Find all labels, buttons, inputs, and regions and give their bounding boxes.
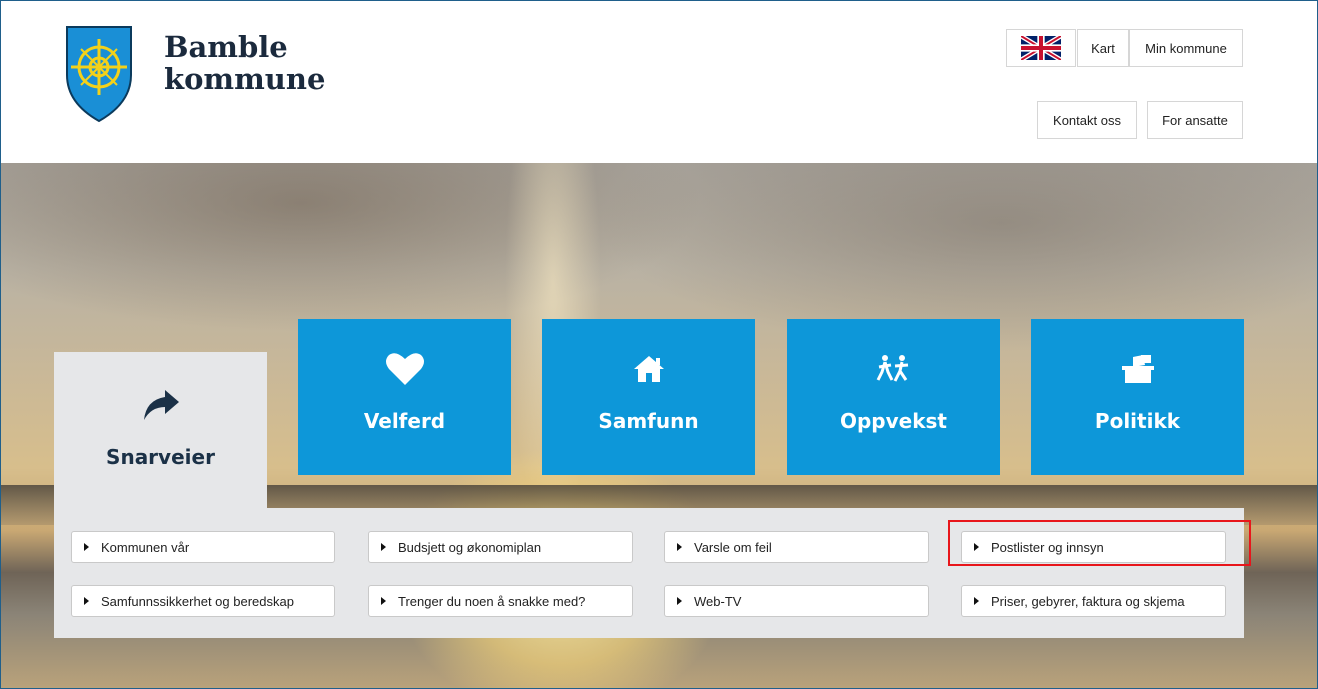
- for-ansatte-button[interactable]: For ansatte: [1147, 101, 1243, 139]
- shortcut-label: Budsjett og økonomiplan: [398, 539, 542, 555]
- tab-snarveier[interactable]: Snarveier: [54, 352, 267, 512]
- tile-velferd[interactable]: Velferd: [298, 319, 511, 475]
- shortcut-label: Samfunnssikkerhet og beredskap: [101, 593, 294, 609]
- caret-right-icon: [974, 597, 979, 605]
- caret-right-icon: [381, 543, 386, 551]
- english-language-button[interactable]: [1006, 29, 1076, 67]
- caret-right-icon: [84, 543, 89, 551]
- shortcut-label: Web-TV: [694, 593, 742, 609]
- min-kommune-link[interactable]: Min kommune: [1129, 29, 1243, 67]
- tile-oppvekst[interactable]: Oppvekst: [787, 319, 1000, 475]
- tab-snarveier-label: Snarveier: [106, 445, 215, 469]
- caret-right-icon: [677, 597, 682, 605]
- shortcut-samfunnssikkerhet[interactable]: Samfunnssikkerhet og beredskap: [71, 585, 335, 617]
- ballot-box-icon: [1118, 349, 1158, 389]
- tile-politikk[interactable]: Politikk: [1031, 319, 1244, 475]
- share-arrow-icon: [141, 388, 181, 427]
- shortcut-label: Trenger du noen å snakke med?: [398, 593, 586, 609]
- shortcut-trenger-du-noen[interactable]: Trenger du noen å snakke med?: [368, 585, 633, 617]
- shortcut-priser[interactable]: Priser, gebyrer, faktura og skjema: [961, 585, 1226, 617]
- children-icon: [874, 349, 914, 389]
- shortcut-varsle-om-feil[interactable]: Varsle om feil: [664, 531, 929, 563]
- heart-icon: [385, 349, 425, 389]
- uk-flag-icon: [1021, 36, 1061, 60]
- tile-samfunn[interactable]: Samfunn: [542, 319, 755, 475]
- red-highlight-box: [948, 520, 1251, 566]
- kart-link[interactable]: Kart: [1077, 29, 1129, 67]
- shortcut-kommunen-var[interactable]: Kommunen vår: [71, 531, 335, 563]
- shortcut-web-tv[interactable]: Web-TV: [664, 585, 929, 617]
- bamble-coat-of-arms-logo[interactable]: [63, 23, 135, 123]
- caret-right-icon: [84, 597, 89, 605]
- shortcut-label: Priser, gebyrer, faktura og skjema: [991, 593, 1185, 609]
- kontakt-oss-button[interactable]: Kontakt oss: [1037, 101, 1137, 139]
- home-icon: [629, 349, 669, 389]
- tile-label: Samfunn: [598, 409, 699, 433]
- tile-label: Velferd: [363, 409, 446, 433]
- tile-label: Oppvekst: [839, 409, 947, 433]
- shortcut-budsjett[interactable]: Budsjett og økonomiplan: [368, 531, 633, 563]
- site-title-line2: kommune: [164, 62, 326, 96]
- caret-right-icon: [381, 597, 386, 605]
- caret-right-icon: [677, 543, 682, 551]
- site-header: Bamble kommune Kart Min kommune Kontakt …: [1, 1, 1317, 163]
- site-title-line1: Bamble: [164, 30, 288, 64]
- tile-label: Politikk: [1094, 409, 1181, 433]
- browser-viewport: Bamble kommune Kart Min kommune Kontakt …: [0, 0, 1318, 689]
- shortcut-label: Varsle om feil: [694, 539, 772, 555]
- shortcut-label: Kommunen vår: [101, 539, 190, 555]
- site-title[interactable]: Bamble kommune: [164, 31, 325, 95]
